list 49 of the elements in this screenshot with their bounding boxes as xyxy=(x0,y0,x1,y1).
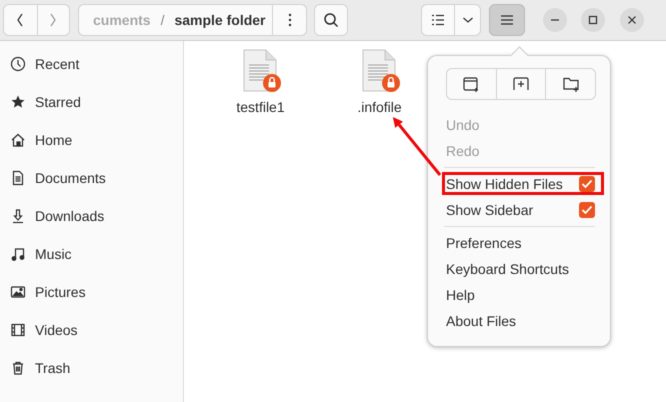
new-window-icon xyxy=(462,75,480,93)
menu-item[interactable]: Show Hidden Files xyxy=(446,176,563,192)
close-icon xyxy=(627,15,637,25)
close-button[interactable] xyxy=(620,8,644,32)
file-name[interactable]: .infofile xyxy=(357,99,402,115)
search-button[interactable] xyxy=(314,4,348,36)
star-icon xyxy=(10,94,26,110)
film-icon xyxy=(10,322,26,338)
menu-item[interactable]: Preferences xyxy=(446,235,522,251)
sidebar-item[interactable]: Music xyxy=(0,235,183,273)
sidebar-item[interactable]: Pictures xyxy=(0,273,183,311)
menu-icon xyxy=(501,15,513,25)
file-name[interactable]: testfile1 xyxy=(236,99,285,115)
sidebar-item[interactable]: Videos xyxy=(0,311,183,349)
menu-item[interactable]: Help xyxy=(446,287,475,303)
home-icon xyxy=(10,132,26,148)
kebab-icon xyxy=(288,13,292,27)
checkbox[interactable] xyxy=(579,176,595,192)
sidebar-item[interactable]: Downloads xyxy=(0,197,183,235)
sidebar-item[interactable]: Home xyxy=(0,121,183,159)
back-icon xyxy=(15,12,26,28)
menu-item[interactable]: About Files xyxy=(446,313,516,329)
minimize-icon xyxy=(551,19,559,21)
path-separator: / xyxy=(160,12,164,28)
trash-icon xyxy=(10,360,26,376)
chevron-down-icon xyxy=(462,16,474,24)
checkbox[interactable] xyxy=(579,202,595,218)
search-icon xyxy=(323,12,339,28)
clock-icon xyxy=(10,56,26,72)
sidebar-item[interactable]: Recent xyxy=(0,45,183,83)
lock-badge-icon xyxy=(262,74,280,92)
menu-item[interactable]: Keyboard Shortcuts xyxy=(446,261,569,277)
image-icon xyxy=(10,284,26,300)
list-icon xyxy=(431,14,445,26)
lock-badge-icon xyxy=(382,74,400,92)
sidebar-item[interactable]: Starred xyxy=(0,83,183,121)
maximize-icon xyxy=(588,15,598,25)
sidebar-item[interactable]: Documents xyxy=(0,159,183,197)
path-crumb[interactable]: sample folder xyxy=(174,12,266,28)
new-tab-icon xyxy=(512,75,530,93)
document-icon xyxy=(10,170,26,186)
new-folder-icon xyxy=(562,75,580,93)
sidebar-item[interactable]: Trash xyxy=(0,349,183,387)
forward-icon xyxy=(48,12,58,28)
menu-button[interactable] xyxy=(489,4,525,36)
maximize-button[interactable] xyxy=(581,8,605,32)
menu-item[interactable]: Show Sidebar xyxy=(446,202,534,218)
music-note-icon xyxy=(10,246,26,262)
download-icon xyxy=(10,208,26,224)
